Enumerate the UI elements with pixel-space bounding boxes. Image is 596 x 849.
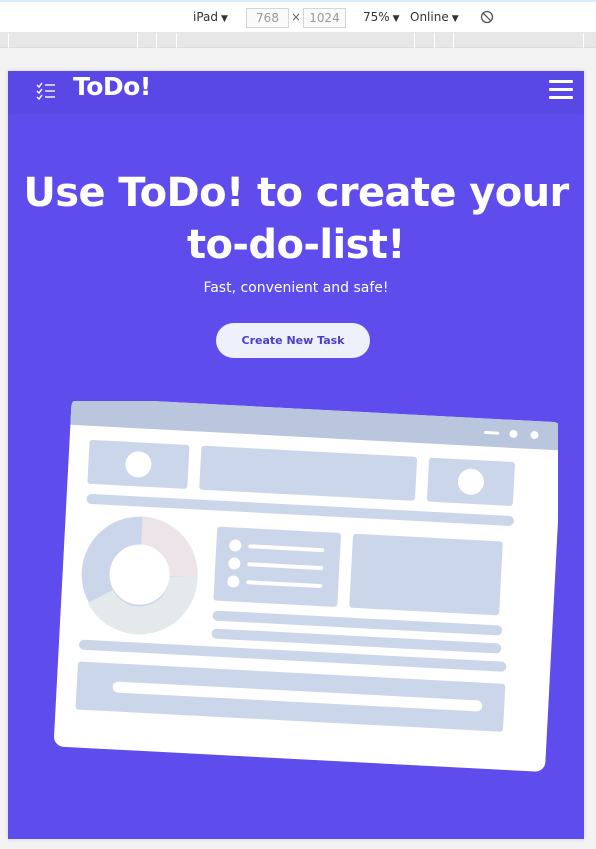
brand-logo-text[interactable]: ToDo! [73,72,151,101]
menu-bar [549,80,573,83]
hero-title: Use ToDo! to create your to-do-list! [23,170,569,268]
viewport-width-input[interactable]: 768 [246,8,289,28]
hero-subtitle: Fast, convenient and safe! [203,280,389,296]
viewport-height-input[interactable]: 1024 [303,8,346,28]
ruler-tick [137,33,138,48]
rotate-icon[interactable] [480,10,494,24]
dimension-separator: × [291,10,302,24]
ruler-tick [434,33,435,48]
ruler-tick [453,33,454,48]
hamburger-menu-icon[interactable] [549,80,573,102]
zoom-label: 75% [363,10,390,24]
navbar: ToDo! [8,71,584,111]
network-dropdown-arrow-icon: ▼ [451,14,459,24]
media-query-ruler [0,33,596,48]
ruler-tick [8,33,9,48]
create-new-task-button[interactable]: Create New Task [216,323,370,358]
network-label: Online [410,10,449,24]
ruler-tick [414,33,415,48]
device-select[interactable]: iPad ▼ [193,10,228,24]
zoom-dropdown-arrow-icon: ▼ [392,14,400,24]
ruler-tick [583,33,584,48]
device-dropdown-arrow-icon: ▼ [221,14,228,24]
page-viewport: ToDo! Use ToDo! to create your to-do-lis… [8,71,584,839]
dashboard-illustration [54,401,558,772]
devtools-device-toolbar: iPad ▼ 768 × 1024 75% ▼ Online ▼ [0,0,596,33]
checklist-icon[interactable] [36,82,56,100]
menu-bar [549,88,573,91]
menu-bar [549,96,573,99]
network-throttle-select[interactable]: Online ▼ [410,10,459,24]
ruler-tick [176,33,177,48]
device-label: iPad [193,10,219,24]
ruler-tick [156,33,157,48]
zoom-select[interactable]: 75% ▼ [363,10,400,24]
